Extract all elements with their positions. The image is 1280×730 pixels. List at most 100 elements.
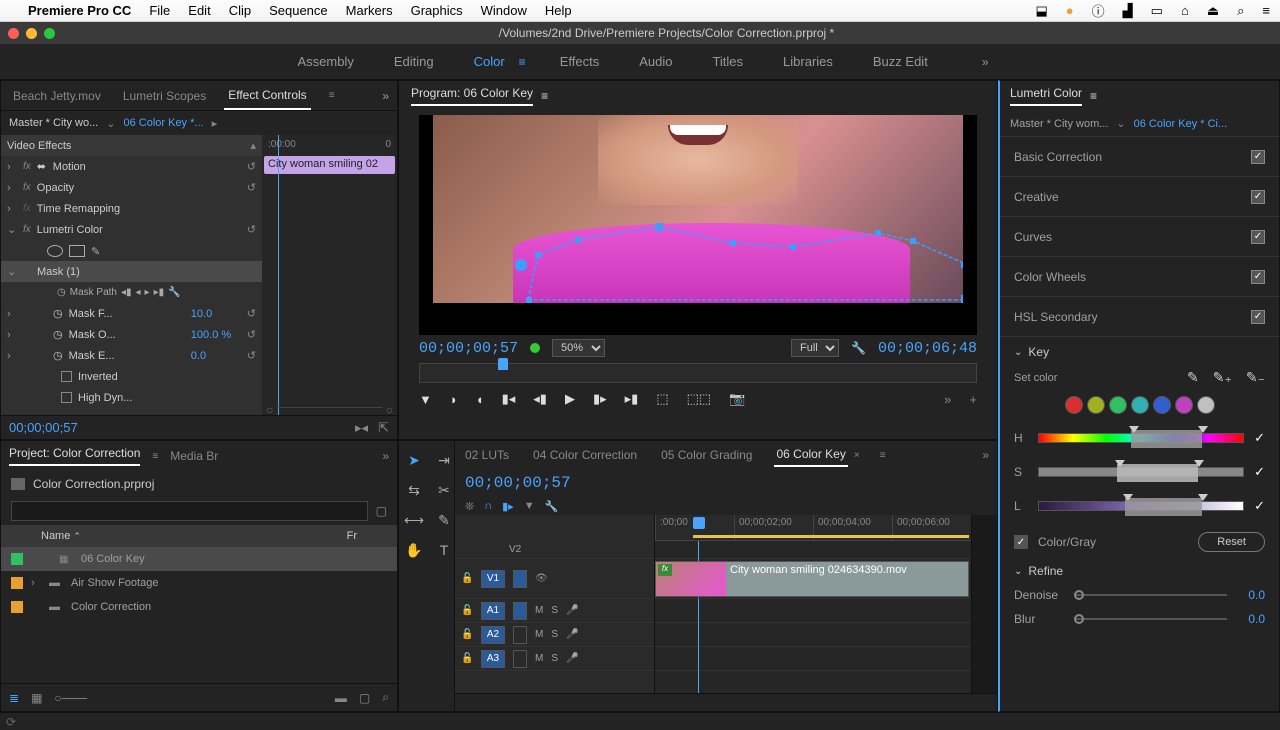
swatch-gray[interactable] [1197,396,1215,414]
type-tool[interactable]: T [435,541,453,559]
effect-controls-timeline[interactable]: :00:000 City woman smiling 02 ○○ [262,135,397,415]
airplay-icon[interactable]: ⌂ [1181,3,1189,18]
sync-icon[interactable]: ⟳ [6,715,16,729]
inverted-checkbox[interactable] [61,371,72,382]
list-item[interactable]: ▬ Color Correction [1,595,397,619]
workspace-audio[interactable]: Audio [633,50,678,73]
key-collapse[interactable]: ⌄ [1014,347,1022,358]
mask-ellipse-button[interactable] [47,245,63,257]
timeline-tc[interactable]: 00;00;00;57 [465,474,571,492]
new-bin-icon[interactable]: ▬ [335,691,347,705]
a2-lock-icon[interactable]: 🔓 [461,629,473,640]
icon-view-icon[interactable]: ▦ [31,691,42,705]
workspace-color[interactable]: Color [468,50,511,73]
sat-apply[interactable]: ✓ [1254,464,1265,480]
menu-file[interactable]: File [149,3,170,18]
swatch-red[interactable] [1065,396,1083,414]
settings-icon[interactable]: 🔧 [545,500,559,513]
reset-mask-f-icon[interactable]: ↺ [247,307,256,320]
extract-button[interactable]: ⬚⬚ [687,391,712,407]
mark-out-button[interactable]: ◖ [476,392,484,407]
seq-tab-04[interactable]: 04 Color Correction [531,444,639,466]
swatch-cyan[interactable] [1131,396,1149,414]
timeline-tracks[interactable]: :00;00 00;00;02;00 00;00;04;00 00;00;06;… [655,515,971,693]
a2-source-patch[interactable] [513,626,527,644]
minimize-window[interactable] [26,28,37,39]
v1-eye-icon[interactable]: 👁 [535,573,548,584]
workspace-menu-icon[interactable]: ≡ [519,55,526,69]
program-menu-icon[interactable]: ≡ [541,89,548,103]
mask-play[interactable]: ▸ [145,287,150,298]
marker-indicator[interactable] [530,343,540,353]
marker-span-icon[interactable]: ▮▸ [502,500,514,513]
menu-help[interactable]: Help [545,3,572,18]
window-controls[interactable] [8,28,55,39]
mask-wrench-icon[interactable]: 🔧 [168,287,180,298]
section-hsl[interactable]: HSL Secondary✓ [1000,296,1279,336]
a2-target[interactable]: A2 [481,626,505,644]
eyedropper-add-icon[interactable]: ✎₊ [1213,369,1232,386]
sequence-clip-label[interactable]: 06 Color Key *... [123,117,203,129]
menu-window[interactable]: Window [481,3,527,18]
list-view-icon[interactable]: ≣ [9,691,19,705]
workspace-editing[interactable]: Editing [388,50,440,73]
label-swatch[interactable] [11,553,23,565]
section-curves[interactable]: Curves✓ [1000,216,1279,256]
timeline-playhead[interactable] [693,517,705,529]
a1-solo[interactable]: S [551,605,558,616]
workspace-libraries[interactable]: Libraries [777,50,839,73]
workspace-buzzedit[interactable]: Buzz Edit [867,50,934,73]
blur-slider[interactable] [1074,618,1227,620]
mask-next-frame[interactable]: ▸▮ [154,287,165,298]
mask-prev-key[interactable]: ◂▮ [121,287,132,298]
mask-prev-frame[interactable]: ◂ [136,287,141,298]
mask-opacity-value[interactable]: 100.0 % [191,329,241,341]
seq-tab-05[interactable]: 05 Color Grading [659,444,754,466]
a1-mute[interactable]: M [535,605,543,616]
color-gray-checkbox[interactable]: ✓ [1014,535,1028,549]
snap-icon[interactable]: ❊ [465,500,474,513]
col-fr[interactable]: Fr [347,530,357,542]
list-item[interactable]: › ▬ Air Show Footage [1,571,397,595]
hue-apply[interactable]: ✓ [1254,430,1265,446]
a1-lock-icon[interactable]: 🔓 [461,605,473,616]
seq-tab-02[interactable]: 02 LUTs [463,444,511,466]
eyedropper-set-icon[interactable]: ✎ [1187,369,1199,386]
mask-1[interactable]: Mask (1) [23,266,256,278]
reset-lumetri-icon[interactable]: ↺ [247,223,256,236]
workspace-titles[interactable]: Titles [706,50,749,73]
swatch-green[interactable] [1109,396,1127,414]
add-marker-icon[interactable]: ▼ [524,500,535,512]
spotlight-icon[interactable]: ⌕ [1237,3,1244,19]
project-search-input[interactable] [11,501,368,521]
media-browser-tab[interactable]: Media Br [170,449,218,463]
reset-key-button[interactable]: Reset [1198,532,1265,552]
a3-source-patch[interactable] [513,650,527,668]
ripple-tool[interactable]: ⇆ [405,481,423,499]
go-to-in-button[interactable]: ▮◂ [502,391,516,407]
curves-checkbox[interactable]: ✓ [1251,230,1265,244]
denoise-slider[interactable] [1074,594,1227,596]
mark-in-button[interactable]: ◗ [450,392,458,407]
menu-edit[interactable]: Edit [188,3,210,18]
seq-tab-06[interactable]: 06 Color Key [774,443,847,467]
ec-playhead-tc[interactable]: 00;00;00;57 [9,420,78,435]
menu-markers[interactable]: Markers [346,3,393,18]
menu-graphics[interactable]: Graphics [411,3,463,18]
audio-meter[interactable] [971,515,997,693]
denoise-value[interactable]: 0.0 [1237,588,1265,602]
mask-stopwatch-icon[interactable]: ◷ [57,287,66,298]
search-filter-icon[interactable]: ▢ [376,504,387,518]
lum-apply[interactable]: ✓ [1254,498,1265,514]
label-swatch[interactable] [11,577,23,589]
wrench-icon[interactable]: 🔧 [851,341,866,355]
a3-target[interactable]: A3 [481,650,505,668]
a3-lock-icon[interactable]: 🔓 [461,653,473,664]
list-item[interactable]: ▦ 06 Color Key [1,547,397,571]
eject-icon[interactable]: ⏏ [1207,3,1219,19]
expand-time[interactable]: › [7,203,17,215]
program-viewer[interactable] [419,115,977,335]
workspace-assembly[interactable]: Assembly [291,50,359,73]
track-select-tool[interactable]: ⇥ [435,451,453,469]
mask-feather-value[interactable]: 10.0 [191,308,241,320]
